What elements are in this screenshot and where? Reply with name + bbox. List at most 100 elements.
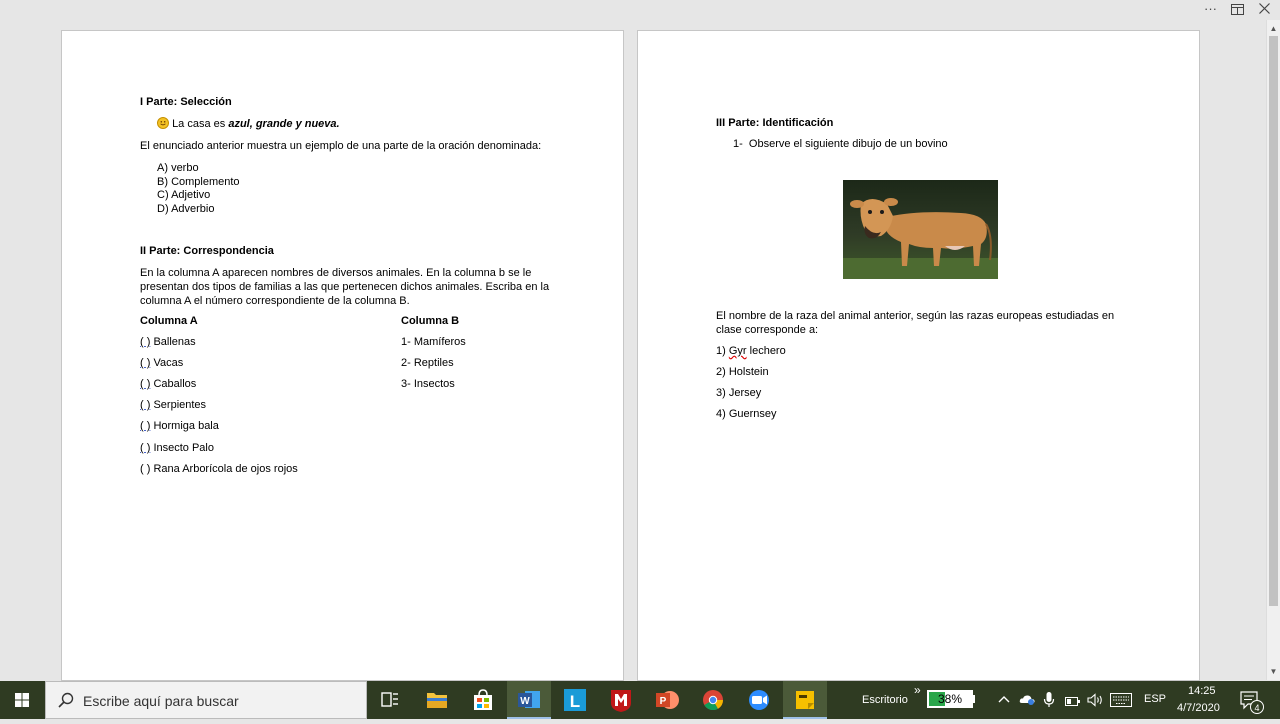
scroll-up-icon[interactable]: ▲ xyxy=(1267,22,1280,35)
option-item: B) Complemento xyxy=(157,175,240,189)
task-view-icon[interactable] xyxy=(368,681,412,719)
answer-blank[interactable]: ( ) xyxy=(140,378,150,390)
answer-text: Holstein xyxy=(728,366,769,378)
animal-name: Rana Arborícola de ojos rojos xyxy=(153,463,298,475)
list-item: ( ) Caballos xyxy=(140,377,196,391)
keyboard-icon[interactable] xyxy=(1110,693,1132,712)
part1-title: I Parte: Selección xyxy=(140,96,232,108)
answer-blank[interactable]: ( ) xyxy=(140,357,150,369)
list-item: ( ) Rana Arborícola de ojos rojos xyxy=(140,462,298,476)
onedrive-icon[interactable] xyxy=(1019,692,1037,711)
scroll-down-icon[interactable]: ▼ xyxy=(1267,665,1280,678)
answer-option: 1) Gyr lechero xyxy=(716,344,786,358)
option-item: C) Adjetivo xyxy=(157,188,210,202)
option-text: Adjetivo xyxy=(171,189,211,201)
animal-name: Vacas xyxy=(153,357,184,369)
svg-text:W: W xyxy=(520,696,530,707)
animal-name: Hormiga bala xyxy=(153,420,219,432)
option-letter: B) xyxy=(157,176,168,188)
window-title-bar: ··· xyxy=(0,0,1280,20)
microphone-icon[interactable] xyxy=(1043,691,1055,714)
answer-blank[interactable]: ( ) xyxy=(140,336,150,348)
start-button[interactable] xyxy=(0,681,45,719)
option-letter: A) xyxy=(157,162,168,174)
battery-icon[interactable] xyxy=(1065,694,1081,712)
misspelled-word: Gyr xyxy=(728,345,747,357)
taskbar-search-box[interactable]: Escribe aquí para buscar xyxy=(45,681,367,719)
option-letter: C) xyxy=(157,189,169,201)
animal-name: Ballenas xyxy=(153,336,196,348)
document-page-right: III Parte: Identificación 1- Observe el … xyxy=(637,30,1200,681)
part2-title: II Parte: Correspondencia xyxy=(140,245,274,257)
l-app-icon[interactable]: L xyxy=(553,681,597,719)
close-icon[interactable] xyxy=(1259,2,1270,18)
breed-question: El nombre de la raza del animal anterior… xyxy=(716,310,1115,336)
answer-text: Jersey xyxy=(728,387,762,399)
powerpoint-icon[interactable]: P xyxy=(645,681,689,719)
animal-name: Caballos xyxy=(153,378,197,390)
chevron-up-icon[interactable] xyxy=(998,693,1010,711)
battery-percent: 38% xyxy=(937,692,963,706)
language-indicator[interactable]: ESP xyxy=(1144,693,1166,705)
desktop-toolbar-label[interactable]: Escritorio xyxy=(862,694,908,706)
battery-tip xyxy=(972,695,975,703)
list-item: ( ) Insecto Palo xyxy=(140,441,214,455)
item-number: 1- xyxy=(733,138,743,150)
cow-image xyxy=(843,180,998,279)
store-icon[interactable] xyxy=(461,681,505,719)
answer-text: lechero xyxy=(746,345,786,357)
clock-time[interactable]: 14:25 xyxy=(1188,685,1216,697)
mcafee-icon[interactable] xyxy=(599,681,643,719)
column-b-header: Columna B xyxy=(401,315,460,327)
chrome-icon[interactable] xyxy=(691,681,735,719)
search-placeholder: Escribe aquí para buscar xyxy=(83,693,239,709)
list-item: ( ) Serpientes xyxy=(140,398,206,412)
answer-blank[interactable]: ( ) xyxy=(140,399,150,411)
list-item: 2- Reptiles xyxy=(401,357,454,369)
search-icon xyxy=(58,692,74,713)
animal-name: Serpientes xyxy=(153,399,207,411)
answer-text: Guernsey xyxy=(728,408,777,420)
vertical-scrollbar[interactable]: ▲ ▼ xyxy=(1266,20,1280,680)
file-explorer-icon[interactable] xyxy=(415,681,459,719)
answer-number: 1) xyxy=(716,345,726,357)
notification-count-badge: 4 xyxy=(1250,700,1264,714)
zoom-icon[interactable] xyxy=(737,681,781,719)
option-text: Adverbio xyxy=(171,203,215,215)
part2-instructions: En la columna A aparecen nombres de dive… xyxy=(140,267,550,307)
column-a-header: Columna A xyxy=(140,315,198,327)
answer-number: 2) xyxy=(716,366,726,378)
taskbar: Escribe aquí para buscar W L P Escritori… xyxy=(0,681,1280,719)
instruction-item: 1- Observe el siguiente dibujo de un bov… xyxy=(733,137,948,151)
more-options-button[interactable]: ··· xyxy=(1204,1,1217,17)
answer-blank[interactable]: ( ) xyxy=(140,420,150,432)
list-item: 3- Insectos xyxy=(401,378,455,390)
sticky-notes-icon[interactable] xyxy=(783,681,827,719)
answer-number: 4) xyxy=(716,408,726,420)
sentence-emphasis: azul, grande y nueva. xyxy=(228,118,340,130)
option-text: verbo xyxy=(171,162,199,174)
answer-option: 2) Holstein xyxy=(716,365,769,379)
animal-name: Insecto Palo xyxy=(153,442,214,454)
list-item: ( ) Ballenas xyxy=(140,335,196,349)
clock-date[interactable]: 4/7/2020 xyxy=(1177,702,1220,714)
answer-blank[interactable]: ( ) xyxy=(140,463,150,475)
option-item: D) Adverbio xyxy=(157,202,214,216)
list-item: ( ) Hormiga bala xyxy=(140,419,219,433)
word-app-icon[interactable]: W xyxy=(507,681,551,719)
volume-icon[interactable] xyxy=(1087,693,1105,712)
answer-blank[interactable]: ( ) xyxy=(140,442,150,454)
toolbar-expand-icon[interactable]: » xyxy=(914,683,921,697)
option-letter: D) xyxy=(157,203,169,215)
battery-meter[interactable]: 38% xyxy=(927,690,975,708)
smiley-icon xyxy=(157,117,169,129)
list-item: ( ) Vacas xyxy=(140,356,183,370)
item-text: Observe el siguiente dibujo de un bovino xyxy=(748,138,948,150)
document-page-left: I Parte: Selección La casa es azul, gran… xyxy=(61,30,624,681)
windows-logo-icon xyxy=(15,693,29,707)
scrollbar-thumb[interactable] xyxy=(1269,36,1278,606)
question-prompt: El enunciado anterior muestra un ejemplo… xyxy=(140,140,542,152)
sentence-prefix: La casa es xyxy=(172,118,229,130)
answer-option: 4) Guernsey xyxy=(716,407,777,421)
read-mode-icon[interactable] xyxy=(1231,3,1244,19)
